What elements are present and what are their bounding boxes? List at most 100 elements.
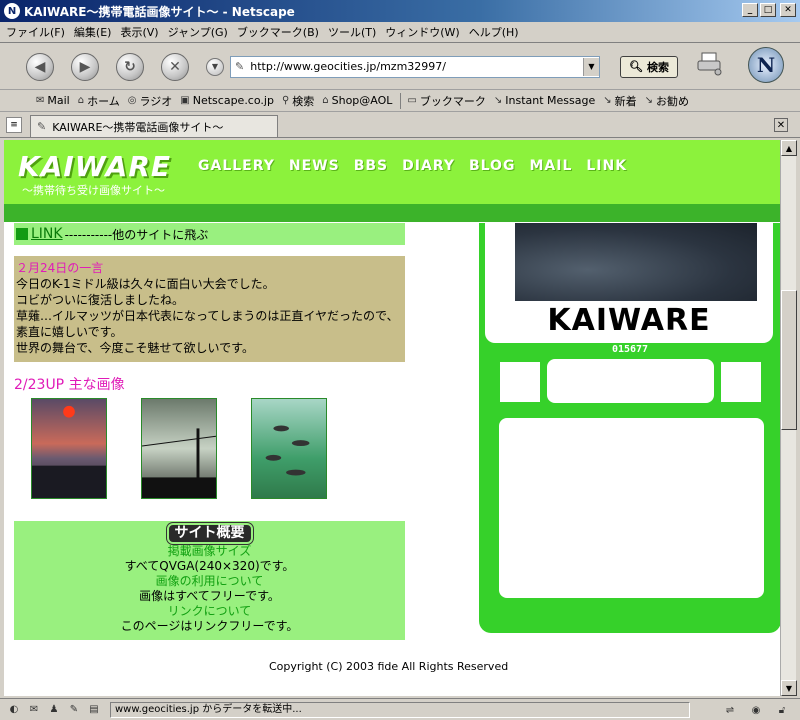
menu-edit[interactable]: 編集(E) xyxy=(74,24,112,40)
nav-mail[interactable]: MAIL xyxy=(529,158,572,174)
tab-label: KAIWARE～携帯電話画像サイト～ xyxy=(52,120,224,134)
search-icon: 🔍︎ xyxy=(629,60,643,73)
url-dropdown-button[interactable]: ▼ xyxy=(583,57,599,76)
url-bar[interactable]: ✎ ▼ xyxy=(230,55,600,78)
bookmark-icon: ↘ xyxy=(493,95,503,106)
reload-icon: ↻ xyxy=(124,58,136,75)
bookmark-home[interactable]: ⌂ ホーム xyxy=(78,93,120,109)
info-text: すべてQVGA(240×320)です。 xyxy=(124,559,295,573)
menu-bookmarks[interactable]: ブックマーク(B) xyxy=(237,24,319,40)
close-tab-button[interactable]: ✕ xyxy=(774,118,788,132)
header-band xyxy=(4,204,780,222)
tab-bar: ≡ ✎ KAIWARE～携帯電話画像サイト～ ✕ xyxy=(0,113,800,138)
info-text: このページはリンクフリーです。 xyxy=(120,619,299,633)
diary-box: ２月24日の一言 今日のK-1ミドル級は久々に面白い大会でした。 コビがついに復… xyxy=(14,256,405,362)
widget-box-right xyxy=(721,362,761,402)
menu-tools[interactable]: ツール(T) xyxy=(328,24,376,40)
nav-blog[interactable]: BLOG xyxy=(469,158,516,174)
reload-button[interactable]: ↻ xyxy=(116,52,144,81)
composer-icon[interactable]: ✎ xyxy=(66,703,82,717)
menu-file[interactable]: ファイル(F) xyxy=(6,24,65,40)
title-bar: N KAIWARE～携帯電話画像サイト～ - Netscape _ □ ✕ xyxy=(0,0,800,22)
new-tab-icon[interactable]: ≡ xyxy=(6,117,22,133)
diary-line: コビがついに復活しましたね。 xyxy=(16,293,185,307)
url-input[interactable] xyxy=(250,60,583,73)
status-text: www.geocities.jp からデータを転送中... xyxy=(110,701,690,718)
thumbnail-sunset[interactable] xyxy=(31,398,107,499)
stop-button[interactable]: ✕ xyxy=(161,52,189,81)
sidebar-widget: KAIWARE 015677 xyxy=(479,223,780,633)
window-title: KAIWARE～携帯電話画像サイト～ - Netscape xyxy=(24,4,295,19)
link-link[interactable]: LINK xyxy=(31,226,63,242)
back-button[interactable]: ◀ xyxy=(26,52,54,81)
netscape-logo-icon[interactable]: N xyxy=(748,47,784,83)
info-text: 画像はすべてフリーです。 xyxy=(139,589,280,603)
diary-line: 世界の舞台で、今度こそ魅せて欲しいです。 xyxy=(16,341,254,355)
close-window-button[interactable]: ✕ xyxy=(780,3,796,17)
back-arrow-icon: ◀ xyxy=(34,58,46,75)
bookmark-shop[interactable]: ⌂ Shop@AOL xyxy=(322,94,392,107)
navigation-toolbar: ◀ ▶ ↻ ✕ ▼ ✎ ▼ 🔍︎ 検索 xyxy=(0,44,800,90)
forward-arrow-icon: ▶ xyxy=(79,58,91,75)
bookmark-instant-message[interactable]: ↘ Instant Message xyxy=(494,94,595,107)
site-logo[interactable]: KAIWARE xyxy=(18,150,171,183)
widget-title: KAIWARE xyxy=(547,303,711,338)
nav-gallery[interactable]: GALLERY xyxy=(198,158,275,174)
square-bullet-icon xyxy=(16,228,28,240)
search-button[interactable]: 🔍︎ 検索 xyxy=(620,55,678,78)
tab-kaiware[interactable]: ✎ KAIWARE～携帯電話画像サイト～ xyxy=(30,115,278,137)
nav-bbs[interactable]: BBS xyxy=(354,158,388,174)
link-box: LINK -----------他のサイトに飛ぶ xyxy=(14,223,405,245)
history-dropdown-button[interactable]: ▼ xyxy=(206,57,224,76)
minimize-button[interactable]: _ xyxy=(742,3,758,17)
scroll-down-button[interactable]: ▼ xyxy=(781,680,797,696)
bookmark-netscape[interactable]: ▣ Netscape.co.jp xyxy=(180,94,274,107)
scroll-thumb[interactable] xyxy=(781,290,797,430)
nav-link[interactable]: LINK xyxy=(586,158,627,174)
maximize-button[interactable]: □ xyxy=(760,3,776,17)
search-button-label: 検索 xyxy=(646,60,669,74)
diary-line: 素直に嬉しいです。 xyxy=(16,325,123,339)
bookmark-folder[interactable]: ▭ ブックマーク xyxy=(407,93,485,109)
bookmark-search[interactable]: ⚲ 検索 xyxy=(282,93,314,109)
menu-window[interactable]: ウィンドウ(W) xyxy=(385,24,459,40)
diary-line: 今日のK-1ミドル級は久々に面白い大会でした。 xyxy=(16,277,275,291)
diary-date: ２月24日の一言 xyxy=(16,261,104,275)
print-icon[interactable] xyxy=(696,50,724,76)
my-icon: ▣ xyxy=(180,95,190,106)
thumbnail-pole[interactable] xyxy=(141,398,217,499)
mail-icon[interactable]: ✉ xyxy=(26,703,42,717)
security-lock-icon[interactable]: 🔓︎ xyxy=(774,703,790,717)
bookmark-radio[interactable]: ◎ ラジオ xyxy=(128,93,173,109)
widget-banner-image xyxy=(515,223,757,301)
site-nav: GALLERY NEWS BBS DIARY BLOG MAIL LINK xyxy=(198,158,627,174)
link-description: -----------他のサイトに飛ぶ xyxy=(64,227,209,242)
bookmark-recommend[interactable]: ↘ お勧め xyxy=(645,93,689,109)
thumbnail-fish[interactable] xyxy=(251,398,327,499)
menu-view[interactable]: 表示(V) xyxy=(120,24,158,40)
menu-help[interactable]: ヘルプ(H) xyxy=(469,24,519,40)
navigator-icon[interactable]: ◐ xyxy=(6,703,22,717)
bookmarks-toolbar: ✉ Mail ⌂ ホーム ◎ ラジオ ▣ Netscape.co.jp ⚲ 検索 ⌂ Sho… xyxy=(0,90,800,112)
page-icon: ✎ xyxy=(37,120,47,133)
forward-button[interactable]: ▶ xyxy=(71,52,99,81)
menu-go[interactable]: ジャンプ(G) xyxy=(168,24,228,40)
nav-news[interactable]: NEWS xyxy=(289,158,340,174)
info-subhead: リンクについて xyxy=(167,604,252,618)
radio-icon: ◎ xyxy=(127,95,137,106)
aim-icon[interactable]: ♟ xyxy=(46,703,62,717)
widget-box-center xyxy=(547,359,714,403)
status-bar: ◐ ✉ ♟ ✎ ▤ www.geocities.jp からデータを転送中... … xyxy=(0,698,800,720)
images-heading: 2/23UP 主な画像 xyxy=(14,377,125,393)
search-icon: ⚲ xyxy=(281,95,290,106)
nav-diary[interactable]: DIARY xyxy=(402,158,455,174)
bookmark-mail[interactable]: ✉ Mail xyxy=(36,94,70,107)
bookmark-new[interactable]: ↘ 新着 xyxy=(603,93,636,109)
site-tagline: ～携帯待ち受け画像サイト～ xyxy=(22,184,165,197)
address-book-icon[interactable]: ▤ xyxy=(86,703,102,717)
menu-bar: ファイル(F) 編集(E) 表示(V) ジャンプ(G) ブックマーク(B) ツー… xyxy=(0,22,800,43)
site-header: KAIWARE ～携帯待ち受け画像サイト～ GALLERY NEWS BBS D… xyxy=(4,140,780,204)
vertical-scrollbar[interactable]: ▲ ▼ xyxy=(780,140,797,696)
privacy-icon[interactable]: ◉ xyxy=(748,703,764,717)
scroll-up-button[interactable]: ▲ xyxy=(781,140,797,156)
